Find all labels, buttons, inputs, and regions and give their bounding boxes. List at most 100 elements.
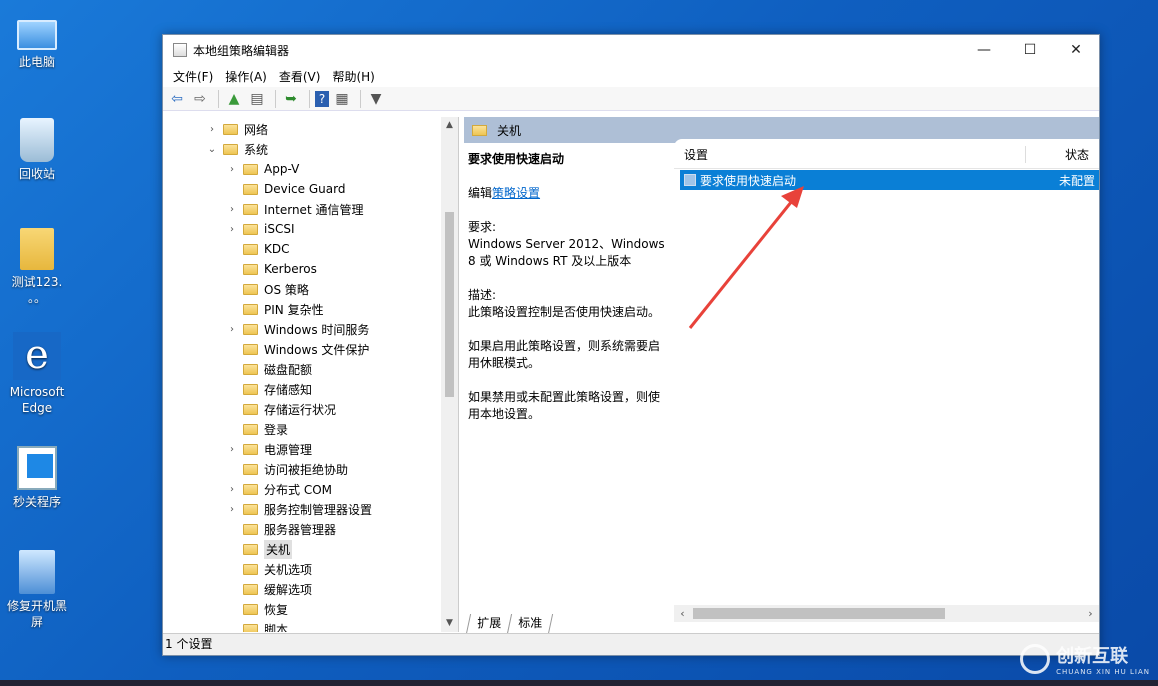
back-icon[interactable]: ⇦ <box>167 89 187 109</box>
chevron-down-icon[interactable]: ⌄ <box>205 144 219 155</box>
tree-item[interactable]: ›服务器管理器 <box>225 519 336 539</box>
tab-standard[interactable]: 标准 <box>506 614 554 634</box>
chevron-right-icon[interactable]: › <box>205 124 219 135</box>
description-disabled: 如果禁用或未配置此策略设置，则使用本地设置。 <box>468 390 661 421</box>
folder-icon <box>243 343 258 355</box>
taskbar <box>0 680 1158 686</box>
brand-subtitle: CHUANG XIN HU LIAN <box>1056 668 1150 676</box>
scroll-up-arrow-icon[interactable]: ▲ <box>441 117 458 134</box>
tree-item[interactable]: ›PIN 复杂性 <box>225 299 324 319</box>
folder-icon <box>243 223 258 235</box>
tree-item[interactable]: ›Device Guard <box>225 179 345 199</box>
toolbar-separator <box>360 89 361 108</box>
chevron-right-icon[interactable]: › <box>225 224 239 235</box>
tree-item[interactable]: › 网络 <box>205 119 268 139</box>
scroll-thumb[interactable] <box>445 212 454 397</box>
desktop-icon-this-pc[interactable]: 此电脑 <box>4 12 70 70</box>
setting-state: 未配置 <box>1058 173 1095 188</box>
folder-icon <box>243 443 258 455</box>
close-button[interactable]: ✕ <box>1053 35 1099 65</box>
toolbar-separator <box>275 89 276 108</box>
tree-item[interactable]: ›访问被拒绝协助 <box>225 459 348 479</box>
menu-file[interactable]: 文件(F) <box>167 68 219 85</box>
tree-item[interactable]: ›存储感知 <box>225 379 312 399</box>
show-hide-tree-icon[interactable]: ▤ <box>247 89 267 109</box>
tree-item-label: 服务器管理器 <box>264 522 337 537</box>
tree-item-label: 磁盘配额 <box>264 362 313 377</box>
column-header-state[interactable]: 状态 <box>1025 146 1099 163</box>
tree-item[interactable]: › 电源管理 <box>225 439 312 459</box>
desktop-icon-shutdown-app[interactable]: 秒关程序 <box>4 446 70 510</box>
tree-item[interactable]: ›Windows 文件保护 <box>225 339 369 359</box>
tree-item[interactable]: ›脚本 <box>225 619 288 632</box>
tree-item-label: Windows 文件保护 <box>264 342 370 357</box>
desktop-icon-recycle-bin[interactable]: 回收站 <box>4 118 70 182</box>
tree-item[interactable]: ›存储运行状况 <box>225 399 336 419</box>
tree-item[interactable]: ›登录 <box>225 419 288 439</box>
scroll-right-arrow-icon[interactable]: › <box>1082 607 1099 620</box>
desktop-icon-fix-black-screen[interactable]: 修复开机黑 屏 <box>4 550 70 630</box>
tree-item[interactable]: › 服务控制管理器设置 <box>225 499 372 519</box>
policy-setting-icon <box>684 174 696 186</box>
tree-vertical-scrollbar[interactable]: ▲ ▼ <box>441 117 458 632</box>
tree-item[interactable]: ›关机选项 <box>225 559 312 579</box>
folder-icon <box>223 123 238 135</box>
tree-item[interactable]: › iSCSI <box>225 219 295 239</box>
menu-view[interactable]: 查看(V) <box>273 68 327 85</box>
menu-help[interactable]: 帮助(H) <box>326 68 380 85</box>
menu-action[interactable]: 操作(A) <box>219 68 273 85</box>
tree-item[interactable]: ›Kerberos <box>225 259 317 279</box>
column-header-setting[interactable]: 设置 <box>674 146 1025 163</box>
forward-icon[interactable]: ⇨ <box>190 89 210 109</box>
minimize-button[interactable]: — <box>961 35 1007 65</box>
help-icon[interactable]: ? <box>315 90 329 107</box>
chevron-right-icon[interactable]: › <box>225 504 239 515</box>
edit-prefix: 编辑 <box>468 186 493 200</box>
tree-item-label: iSCSI <box>264 222 295 236</box>
settings-list[interactable]: 设置 状态 要求使用快速启动 未配置 <box>674 139 1099 629</box>
chevron-right-icon[interactable]: › <box>225 324 239 335</box>
tree-item-label: Kerberos <box>264 262 317 276</box>
table-row[interactable]: 要求使用快速启动 未配置 <box>680 170 1099 190</box>
scroll-left-arrow-icon[interactable]: ‹ <box>674 607 691 620</box>
edit-policy-line: 编辑策略设置 <box>468 185 666 202</box>
toolbar-separator <box>309 89 310 108</box>
tree-item[interactable]: ›KDC <box>225 239 290 259</box>
export-list-icon[interactable]: ➥ <box>281 89 301 109</box>
desktop-icon-edge[interactable]: e Microsoft Edge <box>4 332 70 416</box>
chevron-right-icon[interactable]: › <box>225 164 239 175</box>
title-bar[interactable]: 本地组策略编辑器 — ☐ ✕ <box>163 35 1099 65</box>
tree-item[interactable]: › 分布式 COM <box>225 479 332 499</box>
tree-item[interactable]: › Internet 通信管理 <box>225 199 363 219</box>
up-folder-icon[interactable]: ▲ <box>224 89 244 109</box>
tree-item-label: Device Guard <box>264 182 346 196</box>
view-tabs: 扩展 标准 <box>465 614 554 634</box>
desktop-icon-test-folder[interactable]: 测试123. 。。 <box>4 228 70 306</box>
properties-icon[interactable]: ▦ <box>332 89 352 109</box>
chevron-right-icon[interactable]: › <box>225 444 239 455</box>
scroll-thumb[interactable] <box>693 608 945 619</box>
folder-icon <box>243 243 258 255</box>
chevron-right-icon[interactable]: › <box>225 484 239 495</box>
tab-extended[interactable]: 扩展 <box>465 614 513 634</box>
tree-item[interactable]: › App-V <box>225 159 299 179</box>
filter-icon[interactable]: ▼ <box>366 89 386 109</box>
group-policy-editor-window: 本地组策略编辑器 — ☐ ✕ 文件(F) 操作(A) 查看(V) 帮助(H) ⇦… <box>162 34 1100 656</box>
policy-settings-link[interactable]: 策略设置 <box>492 186 540 200</box>
details-pane: 关机 要求使用快速启动 编辑策略设置 要求: Windows Server 201… <box>464 117 1099 634</box>
tree-item[interactable]: ›OS 策略 <box>225 279 309 299</box>
tree-item[interactable]: ›关机 <box>225 539 293 559</box>
chevron-right-icon[interactable]: › <box>225 204 239 215</box>
tree-item-label: 系统 <box>244 142 269 157</box>
tree-item[interactable]: ›磁盘配额 <box>225 359 312 379</box>
list-horizontal-scrollbar[interactable]: ‹ › <box>674 605 1099 622</box>
tree-item[interactable]: › Windows 时间服务 <box>225 319 369 339</box>
maximize-button[interactable]: ☐ <box>1007 35 1053 65</box>
tree-item[interactable]: ⌄ 系统 <box>205 139 268 159</box>
scroll-down-arrow-icon[interactable]: ▼ <box>441 615 458 632</box>
tree-item[interactable]: ›缓解选项 <box>225 579 312 599</box>
tree-item[interactable]: ›恢复 <box>225 599 288 619</box>
requirements-text: Windows Server 2012、Windows 8 或 Windows … <box>468 237 665 268</box>
folder-icon <box>243 403 258 415</box>
navigation-tree[interactable]: ›脚本›恢复›缓解选项›关机选项›关机›服务器管理器›服务控制管理器设置›分布式… <box>163 117 459 632</box>
